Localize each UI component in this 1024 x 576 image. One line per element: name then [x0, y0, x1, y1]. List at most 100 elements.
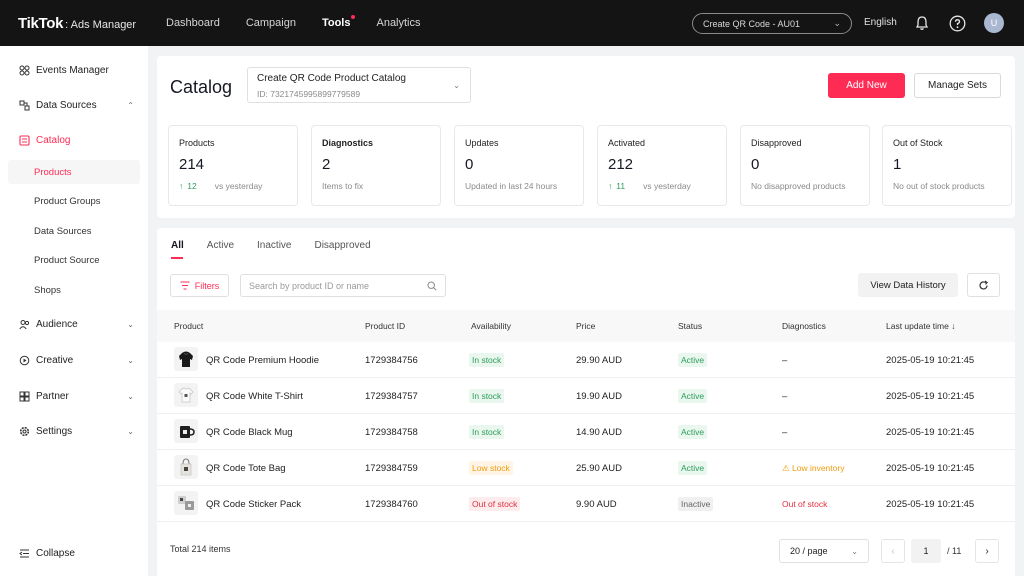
- stat-card-products[interactable]: Products 214 ↑ 12 vs yesterday: [168, 125, 298, 206]
- search-input[interactable]: [249, 280, 419, 291]
- brand-name: TikTok: [18, 14, 64, 32]
- table-row[interactable]: QR Code Black Mug 1729384758 In stock 14…: [157, 414, 1015, 450]
- view-data-history-button[interactable]: View Data History: [858, 273, 958, 297]
- product-name[interactable]: QR Code Black Mug: [206, 427, 293, 438]
- table-row[interactable]: QR Code Premium Hoodie 1729384756 In sto…: [157, 342, 1015, 378]
- availability-badge: In stock: [469, 353, 505, 367]
- current-page-input[interactable]: 1: [911, 539, 941, 563]
- total-pages: / 11: [947, 546, 962, 556]
- search-icon[interactable]: [427, 280, 437, 291]
- status-badge: Active: [678, 389, 708, 403]
- nav-tools[interactable]: Tools: [322, 15, 356, 29]
- nav-dashboard[interactable]: Dashboard: [166, 17, 220, 29]
- tote-bag-icon: [174, 455, 198, 479]
- prev-page-button[interactable]: ‹: [881, 539, 905, 563]
- column-header-availability: Availability: [471, 321, 512, 331]
- column-header-last-update[interactable]: Last update time ↓: [886, 321, 955, 331]
- total-items: Total 214 items: [170, 544, 231, 554]
- column-header-product: Product: [174, 321, 204, 331]
- product-id: 1729384756: [365, 355, 418, 366]
- stat-sub-text: vs yesterday: [214, 181, 263, 191]
- creative-icon: [18, 354, 30, 366]
- next-page-button[interactable]: ›: [975, 539, 999, 563]
- sidebar-sub-shops[interactable]: Shops: [8, 278, 140, 302]
- sidebar-item-data-sources[interactable]: Data Sources ⌃: [0, 92, 148, 118]
- account-selector[interactable]: Create QR Code - AU01 ⌄: [692, 13, 852, 34]
- collapse-button[interactable]: Collapse: [0, 540, 148, 566]
- product-name[interactable]: QR Code White T-Shirt: [206, 391, 303, 402]
- stat-sub-text: Updated in last 24 hours: [465, 181, 558, 191]
- stat-sub: ↑ 11 vs yesterday: [608, 181, 716, 191]
- sidebar-label: Partner: [36, 390, 69, 402]
- sidebar-sub-products[interactable]: Products: [8, 160, 140, 184]
- table-row[interactable]: QR Code Sticker Pack 1729384760 Out of s…: [157, 486, 1015, 522]
- tab-all[interactable]: All: [171, 240, 184, 259]
- tab-disapproved[interactable]: Disapproved: [314, 240, 370, 259]
- refresh-button[interactable]: [967, 273, 1000, 297]
- last-update: 2025-05-19 10:21:45: [886, 427, 975, 438]
- diagnostics: –: [782, 391, 788, 402]
- stat-value: 212: [608, 156, 634, 173]
- column-header-price: Price: [576, 321, 596, 331]
- nav-analytics[interactable]: Analytics: [376, 17, 420, 29]
- stat-card-disapproved[interactable]: Disapproved 0 No disapproved products: [740, 125, 870, 206]
- product-tabs: All Active Inactive Disapproved: [171, 240, 394, 259]
- nav-campaign[interactable]: Campaign: [246, 17, 296, 29]
- filters-button[interactable]: Filters: [170, 274, 229, 297]
- sidebar-item-audience[interactable]: Audience ⌄: [0, 311, 148, 337]
- account-name: Create QR Code - AU01: [703, 18, 801, 29]
- chevron-down-icon: ⌄: [453, 81, 460, 90]
- sidebar-sub-product-groups[interactable]: Product Groups: [8, 189, 140, 213]
- page-title: Catalog: [170, 77, 233, 97]
- sidebar-label: Data Sources: [36, 99, 97, 111]
- sidebar-item-settings[interactable]: Settings ⌄: [0, 418, 148, 444]
- bell-icon[interactable]: [913, 14, 931, 32]
- page-size-select[interactable]: 20 / page ⌄: [779, 539, 869, 563]
- column-header-diagnostics: Diagnostics: [782, 321, 826, 331]
- catalog-header-panel: Catalog Create QR Code Product Catalog I…: [157, 56, 1015, 218]
- product-name[interactable]: QR Code Sticker Pack: [206, 499, 301, 510]
- sidebar-label: Catalog: [36, 134, 71, 146]
- sidebar-label: Settings: [36, 425, 73, 437]
- sidebar-item-partner[interactable]: Partner ⌄: [0, 383, 148, 409]
- catalog-selector[interactable]: Create QR Code Product Catalog ID: 73217…: [247, 67, 471, 103]
- stat-value: 214: [179, 156, 205, 173]
- stat-card-diagnostics[interactable]: Diagnostics 2 Items to fix: [311, 125, 441, 206]
- sidebar-item-creative[interactable]: Creative ⌄: [0, 347, 148, 373]
- table-row[interactable]: QR Code Tote Bag 1729384759 Low stock 25…: [157, 450, 1015, 486]
- collapse-icon: [18, 547, 30, 559]
- top-bar: TikTok : Ads Manager Dashboard Campaign …: [0, 0, 1024, 46]
- sidebar: Events Manager Data Sources ⌃ Catalog Pr…: [0, 46, 148, 576]
- chevron-down-icon: ⌄: [127, 426, 134, 436]
- language-selector[interactable]: English: [864, 17, 897, 28]
- stat-card-activated[interactable]: Activated 212 ↑ 11 vs yesterday: [597, 125, 727, 206]
- manage-sets-button[interactable]: Manage Sets: [914, 73, 1001, 98]
- stat-sub-text: No out of stock products: [893, 181, 985, 191]
- data-sources-icon: [18, 99, 30, 111]
- sidebar-item-events-manager[interactable]: Events Manager: [0, 57, 148, 83]
- notification-dot: [351, 15, 356, 19]
- stat-sub-text: vs yesterday: [643, 181, 691, 191]
- sidebar-item-catalog[interactable]: Catalog: [0, 127, 148, 153]
- price: 9.90 AUD: [576, 499, 617, 510]
- search-box: [240, 274, 446, 297]
- diagnostics-warning[interactable]: ⚠ Low inventory: [782, 463, 844, 474]
- help-icon[interactable]: [948, 14, 966, 32]
- tshirt-icon: [174, 383, 198, 407]
- table-header: Product Product ID Availability Price St…: [157, 310, 1015, 342]
- stat-card-out-of-stock[interactable]: Out of Stock 1 No out of stock products: [882, 125, 1012, 206]
- sidebar-sub-product-source[interactable]: Product Source: [8, 248, 140, 272]
- product-name[interactable]: QR Code Premium Hoodie: [206, 355, 319, 366]
- arrow-up-icon: ↑: [179, 181, 184, 191]
- sidebar-sub-data-sources[interactable]: Data Sources: [8, 219, 140, 243]
- product-name[interactable]: QR Code Tote Bag: [206, 463, 286, 474]
- tab-inactive[interactable]: Inactive: [257, 240, 291, 259]
- table-row[interactable]: QR Code White T-Shirt 1729384757 In stoc…: [157, 378, 1015, 414]
- stat-card-updates[interactable]: Updates 0 Updated in last 24 hours: [454, 125, 584, 206]
- avatar[interactable]: U: [984, 13, 1004, 33]
- tab-active[interactable]: Active: [207, 240, 234, 259]
- add-new-button[interactable]: Add New: [828, 73, 905, 98]
- tiktok-ads-logo[interactable]: TikTok : Ads Manager: [18, 15, 158, 32]
- stat-label: Products: [179, 138, 215, 148]
- diagnostics[interactable]: Out of stock: [782, 499, 827, 509]
